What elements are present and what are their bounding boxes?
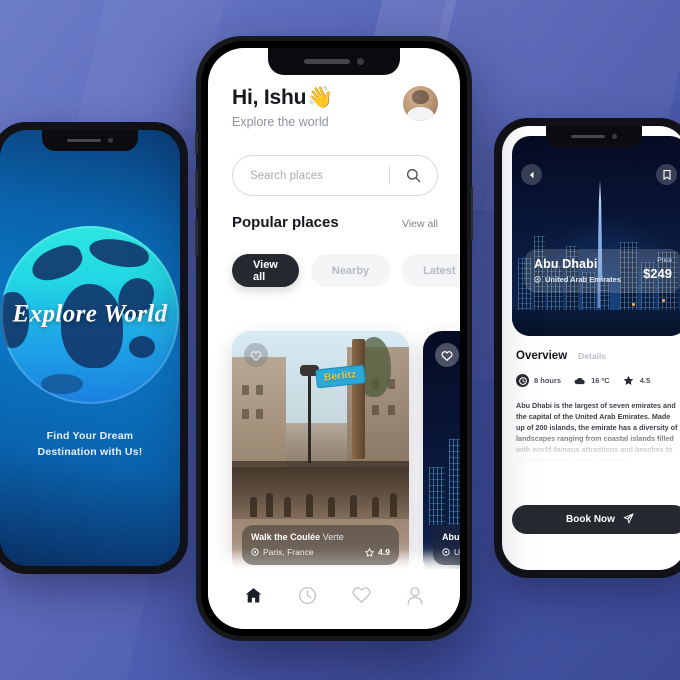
bookmark-icon[interactable] bbox=[656, 164, 677, 185]
waving-hand-icon: 👋 bbox=[307, 86, 334, 109]
place-card-caption: Abu Dhabi United Arab Emirates bbox=[433, 525, 460, 565]
phone-notch bbox=[42, 130, 138, 151]
bottom-navigation-bar bbox=[208, 569, 460, 629]
info-chip-duration: 8 hours bbox=[516, 374, 561, 387]
tab-overview[interactable]: Overview bbox=[516, 350, 567, 362]
star-icon bbox=[365, 547, 374, 557]
page-title: Popular places bbox=[232, 214, 339, 231]
info-chip-duration-label: 8 hours bbox=[534, 376, 562, 385]
filter-pill-nearby[interactable]: Nearby bbox=[310, 254, 391, 287]
phone-notch bbox=[546, 126, 642, 147]
phone-power-button bbox=[470, 186, 473, 240]
phone-volume-down-button bbox=[195, 218, 198, 256]
speaker-slot bbox=[571, 134, 605, 139]
info-chip-rating-label: 4.5 bbox=[639, 376, 651, 385]
place-card-meta: Paris, France 4.9 bbox=[251, 547, 390, 557]
place-card[interactable]: Abu Dhabi United Arab Emirates bbox=[423, 331, 460, 577]
place-card-title: Walk the Coulée Verte bbox=[251, 532, 390, 542]
place-card-rating: 4.9 bbox=[365, 547, 390, 557]
price-value: $249 bbox=[643, 266, 672, 281]
search-bar[interactable]: Search places bbox=[232, 155, 438, 196]
price-label: Price bbox=[657, 257, 672, 264]
splash-screen: Explore World Find Your Dream Destinatio… bbox=[0, 130, 180, 566]
splash-phone-mockup: Explore World Find Your Dream Destinatio… bbox=[0, 122, 188, 574]
detail-phone-mockup: Abu Dhabi United Arab Emirates Price $24… bbox=[494, 118, 680, 578]
place-card-meta: United Arab Emirates bbox=[442, 547, 460, 557]
destination-hero-image: Abu Dhabi United Arab Emirates Price $24… bbox=[512, 136, 680, 336]
location-pin-icon bbox=[534, 276, 541, 283]
place-card-title-bold: Abu bbox=[442, 532, 460, 542]
back-arrow-icon[interactable] bbox=[521, 164, 542, 185]
place-card-title-light: Verte bbox=[322, 532, 344, 542]
greeting-text: Hi, Ishu bbox=[232, 86, 307, 109]
waterfront bbox=[512, 310, 680, 336]
filter-pill-view-all[interactable]: View all bbox=[232, 254, 299, 287]
place-card-location: Paris, France bbox=[251, 547, 314, 557]
filter-pill-latest[interactable]: Latest bbox=[402, 254, 460, 287]
place-card-caption: Walk the Coulée Verte Paris, France 4.9 bbox=[242, 525, 399, 565]
heart-icon[interactable] bbox=[244, 343, 268, 367]
place-card-location-label: Paris, France bbox=[263, 547, 314, 557]
destination-location: United Arab Emirates bbox=[534, 275, 621, 284]
send-icon bbox=[623, 512, 634, 527]
heart-icon[interactable] bbox=[435, 343, 459, 367]
avatar[interactable] bbox=[403, 86, 438, 121]
section-header: Popular places View all bbox=[232, 214, 438, 231]
home-phone-mockup: Hi, Ishu 👋 Explore the world Search plac… bbox=[195, 36, 473, 641]
speaker-slot bbox=[67, 138, 101, 143]
destination-location-label: United Arab Emirates bbox=[545, 275, 621, 284]
front-camera-dot bbox=[357, 58, 364, 65]
book-now-button[interactable]: Book Now bbox=[512, 505, 680, 534]
splash-tagline: Find Your Dream Destination with Us! bbox=[0, 428, 180, 460]
phone-side-button bbox=[195, 132, 198, 154]
card-signpost bbox=[352, 339, 365, 459]
tagline-line-1: Find Your Dream bbox=[46, 430, 134, 442]
front-camera-dot bbox=[612, 134, 617, 139]
home-screen: Hi, Ishu 👋 Explore the world Search plac… bbox=[208, 48, 460, 629]
place-card-location-label: United Arab Emirates bbox=[454, 547, 460, 557]
speaker-slot bbox=[304, 59, 350, 64]
nav-clock-icon[interactable] bbox=[298, 586, 317, 605]
place-card-title: Abu Dhabi bbox=[442, 532, 460, 542]
globe-icon: Explore World bbox=[1, 226, 179, 404]
view-all-link[interactable]: View all bbox=[402, 218, 438, 230]
cloud-icon bbox=[573, 374, 586, 387]
search-input[interactable]: Search places bbox=[233, 170, 389, 182]
phone-notch bbox=[268, 48, 400, 75]
greeting-row: Hi, Ishu 👋 bbox=[232, 86, 333, 110]
search-icon[interactable] bbox=[390, 168, 437, 183]
star-icon bbox=[622, 374, 635, 387]
greeting-subtitle: Explore the world bbox=[232, 115, 329, 129]
destination-summary-card: Abu Dhabi United Arab Emirates Price $24… bbox=[524, 249, 680, 293]
place-card-list: Berlitz Walk the Coulée Verte Paris, Fra… bbox=[232, 331, 460, 577]
card-crowd bbox=[232, 461, 409, 519]
info-chip-weather: 16 ºC bbox=[573, 374, 610, 387]
detail-screen: Abu Dhabi United Arab Emirates Price $24… bbox=[502, 126, 680, 570]
nav-heart-icon[interactable] bbox=[352, 586, 371, 604]
location-pin-icon bbox=[442, 548, 450, 556]
info-chip-row: 8 hours 16 ºC 4.5 bbox=[516, 374, 676, 387]
place-card-title-bold: Walk the Coulée bbox=[251, 532, 321, 542]
place-card[interactable]: Berlitz Walk the Coulée Verte Paris, Fra… bbox=[232, 331, 409, 577]
front-camera-dot bbox=[108, 138, 113, 143]
destination-description: Abu Dhabi is the largest of seven emirat… bbox=[516, 401, 678, 462]
clock-icon bbox=[516, 374, 529, 387]
tagline-line-2: Destination with Us! bbox=[37, 446, 143, 458]
nav-home-icon[interactable] bbox=[244, 586, 263, 605]
phone-volume-up-button bbox=[195, 170, 198, 208]
location-pin-icon bbox=[251, 548, 259, 556]
tab-details[interactable]: Details bbox=[578, 351, 606, 361]
filter-pill-row: View all Nearby Latest bbox=[232, 254, 460, 287]
info-chip-rating: 4.5 bbox=[622, 374, 650, 387]
app-name: Explore World bbox=[12, 300, 168, 328]
place-card-rating-value: 4.9 bbox=[378, 547, 390, 557]
destination-title: Abu Dhabi bbox=[534, 257, 598, 271]
nav-person-icon[interactable] bbox=[406, 586, 424, 605]
info-chip-weather-label: 16 ºC bbox=[591, 376, 610, 385]
detail-tabs: Overview Details bbox=[516, 350, 606, 362]
book-now-label: Book Now bbox=[566, 514, 615, 525]
place-card-location: United Arab Emirates bbox=[442, 547, 460, 557]
card-street-lamp bbox=[308, 371, 311, 463]
greeting-block: Hi, Ishu 👋 Explore the world bbox=[232, 86, 333, 129]
